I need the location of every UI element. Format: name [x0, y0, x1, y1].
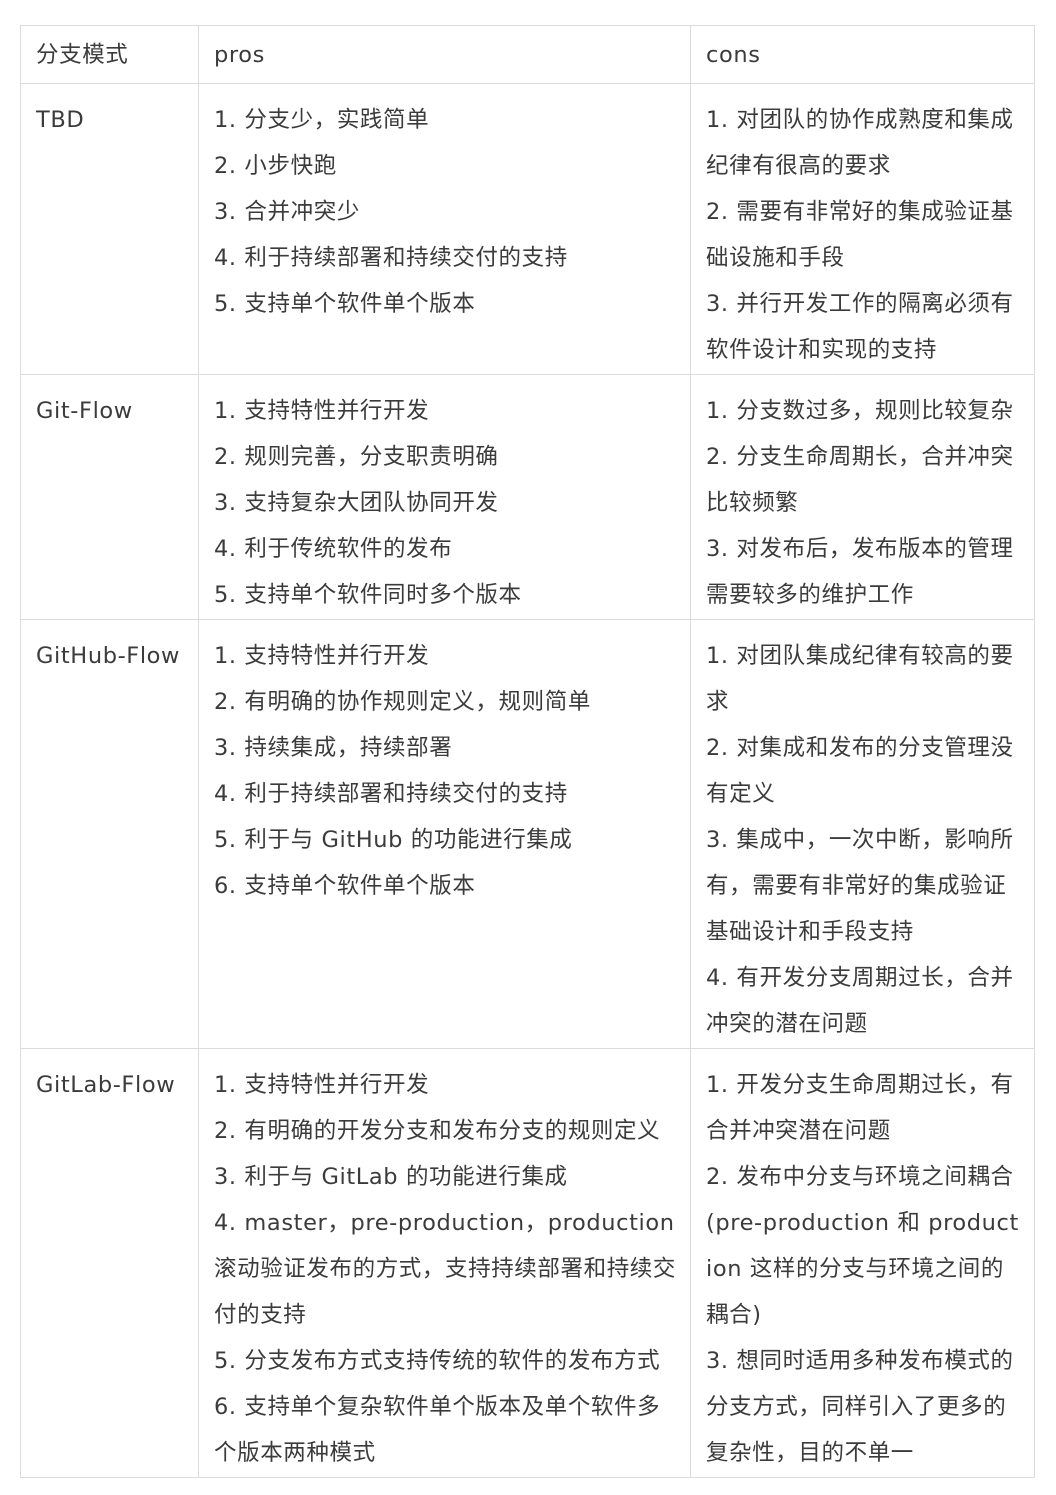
header-pros: pros [198, 25, 691, 84]
pros-item: 4. 利于持续部署和持续交付的支持 [214, 245, 568, 271]
header-mode: 分支模式 [20, 25, 199, 84]
mode-cell: GitHub-Flow [20, 619, 199, 1049]
table-row: TBD 1. 分支少，实践简单 2. 小步快跑 3. 合并冲突少 4. 利于持续… [20, 83, 1035, 375]
pros-item: 1. 支持特性并行开发 [214, 643, 430, 669]
pros-item: 1. 支持特性并行开发 [214, 1072, 430, 1098]
cons-item: 2. 对集成和发布的分支管理没有定义 [706, 735, 1014, 807]
pros-item: 3. 支持复杂大团队协同开发 [214, 490, 499, 516]
pros-item: 5. 支持单个软件单个版本 [214, 291, 476, 317]
pros-cell: 1. 分支少，实践简单 2. 小步快跑 3. 合并冲突少 4. 利于持续部署和持… [198, 83, 691, 375]
table-row: Git-Flow 1. 支持特性并行开发 2. 规则完善，分支职责明确 3. 支… [20, 374, 1035, 620]
mode-cell: Git-Flow [20, 374, 199, 620]
pros-item: 2. 规则完善，分支职责明确 [214, 444, 499, 470]
pros-item: 2. 有明确的协作规则定义，规则简单 [214, 689, 591, 715]
pros-item: 3. 利于与 GitLab 的功能进行集成 [214, 1164, 568, 1190]
cons-item: 1. 开发分支生命周期过长，有合并冲突潜在问题 [706, 1072, 1014, 1144]
table-header-row: 分支模式 pros cons [20, 25, 1035, 84]
cons-cell: 1. 分支数过多，规则比较复杂 2. 分支生命周期长，合并冲突比较频繁 3. 对… [690, 374, 1035, 620]
pros-item: 6. 支持单个软件单个版本 [214, 873, 476, 899]
pros-item: 3. 持续集成，持续部署 [214, 735, 453, 761]
pros-item: 5. 分支发布方式支持传统的软件的发布方式 [214, 1348, 661, 1374]
pros-cell: 1. 支持特性并行开发 2. 规则完善，分支职责明确 3. 支持复杂大团队协同开… [198, 374, 691, 620]
pros-cell: 1. 支持特性并行开发 2. 有明确的开发分支和发布分支的规则定义 3. 利于与… [198, 1048, 691, 1478]
cons-item: 2. 发布中分支与环境之间耦合(pre-production 和 product… [706, 1164, 1019, 1328]
pros-item: 2. 小步快跑 [214, 153, 337, 179]
pros-item: 3. 合并冲突少 [214, 199, 360, 225]
header-cons: cons [690, 25, 1035, 84]
pros-item: 2. 有明确的开发分支和发布分支的规则定义 [214, 1118, 661, 1144]
cons-item: 3. 集成中，一次中断，影响所有，需要有非常好的集成验证基础设计和手段支持 [706, 827, 1014, 945]
cons-cell: 1. 对团队集成纪律有较高的要求 2. 对集成和发布的分支管理没有定义 3. 集… [690, 619, 1035, 1049]
pros-item: 6. 支持单个复杂软件单个版本及单个软件多个版本两种模式 [214, 1394, 661, 1466]
cons-item: 1. 分支数过多，规则比较复杂 [706, 398, 1014, 424]
pros-cell: 1. 支持特性并行开发 2. 有明确的协作规则定义，规则简单 3. 持续集成，持… [198, 619, 691, 1049]
pros-item: 4. 利于持续部署和持续交付的支持 [214, 781, 568, 807]
cons-item: 1. 对团队的协作成熟度和集成纪律有很高的要求 [706, 107, 1014, 179]
pros-item: 5. 利于与 GitHub 的功能进行集成 [214, 827, 573, 853]
mode-cell: GitLab-Flow [20, 1048, 199, 1478]
cons-cell: 1. 对团队的协作成熟度和集成纪律有很高的要求 2. 需要有非常好的集成验证基础… [690, 83, 1035, 375]
cons-item: 1. 对团队集成纪律有较高的要求 [706, 643, 1014, 715]
pros-item: 4. master，pre-production，production 滚动验证… [214, 1210, 677, 1328]
pros-item: 1. 支持特性并行开发 [214, 398, 430, 424]
table-row: GitHub-Flow 1. 支持特性并行开发 2. 有明确的协作规则定义，规则… [20, 619, 1035, 1049]
table-row: GitLab-Flow 1. 支持特性并行开发 2. 有明确的开发分支和发布分支… [20, 1048, 1035, 1478]
branch-model-comparison-table: 分支模式 pros cons TBD 1. 分支少，实践简单 2. 小步快跑 3… [20, 25, 1035, 1478]
cons-cell: 1. 开发分支生命周期过长，有合并冲突潜在问题 2. 发布中分支与环境之间耦合(… [690, 1048, 1035, 1478]
pros-item: 1. 分支少，实践简单 [214, 107, 430, 133]
cons-item: 2. 需要有非常好的集成验证基础设施和手段 [706, 199, 1014, 271]
cons-item: 2. 分支生命周期长，合并冲突比较频繁 [706, 444, 1014, 516]
pros-item: 5. 支持单个软件同时多个版本 [214, 582, 522, 608]
cons-item: 4. 有开发分支周期过长，合并冲突的潜在问题 [706, 965, 1014, 1037]
pros-item: 4. 利于传统软件的发布 [214, 536, 453, 562]
cons-item: 3. 对发布后，发布版本的管理需要较多的维护工作 [706, 536, 1014, 608]
mode-cell: TBD [20, 83, 199, 375]
cons-item: 3. 想同时适用多种发布模式的分支方式，同样引入了更多的复杂性，目的不单一 [706, 1348, 1014, 1466]
cons-item: 3. 并行开发工作的隔离必须有软件设计和实现的支持 [706, 291, 1014, 363]
